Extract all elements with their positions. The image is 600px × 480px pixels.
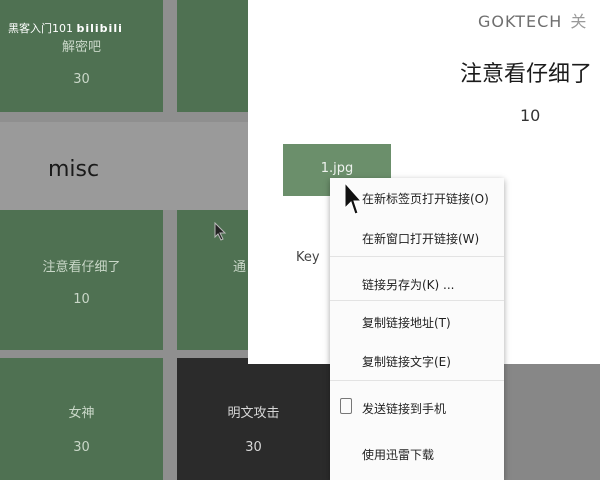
challenge-points: 10 bbox=[73, 292, 90, 307]
category-band bbox=[0, 122, 248, 210]
menu-item-copy-link-text[interactable]: 复制链接文字(E) bbox=[362, 353, 451, 370]
background-strip bbox=[504, 364, 600, 480]
cursor-icon bbox=[214, 222, 227, 241]
challenge-tile-mid-left[interactable]: 注意看仔细了 10 bbox=[0, 210, 163, 350]
watermark-channel: 黑客入门101 bbox=[8, 22, 73, 35]
challenge-name: 女神 bbox=[68, 406, 95, 421]
modal-title: 注意看仔细了 bbox=[460, 62, 593, 87]
context-menu: 在新标签页打开链接(O) 在新窗口打开链接(W) 链接另存为(K) ... 复制… bbox=[330, 178, 504, 480]
challenge-tile-top-left[interactable]: 解密吧 30 bbox=[0, 0, 163, 112]
menu-item-send-to-phone[interactable]: 发送链接到手机 bbox=[362, 400, 446, 417]
close-button[interactable]: 关 bbox=[570, 12, 587, 31]
key-label: Key bbox=[296, 250, 320, 265]
menu-item-save-link-as[interactable]: 链接另存为(K) ... bbox=[362, 276, 455, 293]
challenge-tile-top-right[interactable] bbox=[177, 0, 248, 112]
challenge-tile-bottom-dark[interactable]: 明文攻击 30 bbox=[177, 358, 330, 480]
modal-brand: GOKTECH 关 bbox=[478, 8, 587, 32]
challenge-name: 解密吧 bbox=[61, 40, 101, 55]
phone-icon bbox=[340, 398, 352, 414]
challenge-tile-bottom-left[interactable]: 女神 30 bbox=[0, 358, 163, 480]
modal-points: 10 bbox=[520, 106, 541, 125]
menu-separator bbox=[330, 256, 504, 257]
menu-separator bbox=[330, 300, 504, 301]
category-label: misc bbox=[48, 157, 100, 182]
menu-item-copy-link-address[interactable]: 复制链接地址(T) bbox=[362, 314, 451, 331]
challenge-name: 注意看仔细了 bbox=[42, 260, 121, 275]
challenge-name: 通 bbox=[233, 260, 247, 275]
menu-item-thunder-download[interactable]: 使用迅雷下载 bbox=[362, 446, 434, 463]
bilibili-logo: bilibili bbox=[76, 22, 123, 35]
challenge-name: 明文攻击 bbox=[227, 406, 280, 421]
menu-item-open-new-window[interactable]: 在新窗口打开链接(W) bbox=[362, 230, 479, 247]
challenge-tile-mid-right[interactable]: 通 bbox=[177, 210, 248, 350]
menu-item-open-new-tab[interactable]: 在新标签页打开链接(O) bbox=[362, 190, 489, 207]
video-watermark: 黑客入门101 bilibili bbox=[8, 20, 123, 36]
challenge-points: 30 bbox=[73, 440, 90, 455]
menu-separator bbox=[330, 380, 504, 381]
challenge-points: 30 bbox=[73, 72, 90, 87]
challenge-points: 30 bbox=[245, 440, 262, 455]
mouse-pointer-icon bbox=[344, 182, 362, 215]
brand-name: GOKTECH bbox=[478, 12, 563, 31]
